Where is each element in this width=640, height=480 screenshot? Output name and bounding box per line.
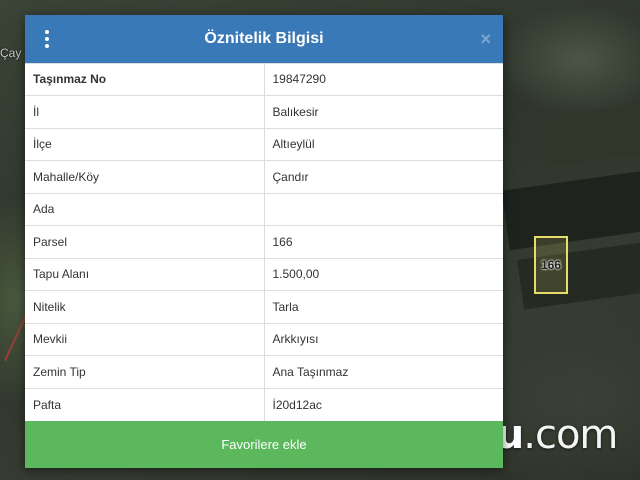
attribute-value: Çandır xyxy=(264,160,503,193)
parcel-polygon[interactable]: 166 xyxy=(534,236,568,294)
attribute-key: Ada xyxy=(25,192,265,226)
map-field xyxy=(501,169,640,251)
attribute-key: İl xyxy=(25,95,265,128)
attribute-key: Nitelik xyxy=(25,290,265,323)
modal-header: Öznitelik Bilgisi × xyxy=(25,15,503,63)
table-row: Mahalle/Köy Çandır xyxy=(25,160,503,193)
attribute-key: Tapu Alanı xyxy=(25,257,265,291)
table-row: Nitelik Tarla xyxy=(25,290,503,323)
attribute-key: Mevkii xyxy=(25,322,265,356)
map-place-label: Çay xyxy=(0,46,22,60)
attribute-key: İlçe xyxy=(25,127,265,161)
attribute-value: Altıeylül xyxy=(264,127,503,161)
modal-title: Öznitelik Bilgisi xyxy=(204,29,324,47)
table-row: İlçe Altıeylül xyxy=(25,127,503,161)
table-row: İl Balıkesir xyxy=(25,95,503,128)
table-row: Taşınmaz No 19847290 xyxy=(25,62,503,96)
parcel-label: 166 xyxy=(540,258,562,272)
attribute-key: Zemin Tip xyxy=(25,355,265,388)
attribute-value xyxy=(264,192,503,226)
attribute-value: 19847290 xyxy=(264,62,503,96)
table-row: Parsel 166 xyxy=(25,225,503,258)
table-row: Mevkii Arkkıyısı xyxy=(25,322,503,356)
attribute-value: Balıkesir xyxy=(264,95,503,128)
table-row: Zemin Tip Ana Taşınmaz xyxy=(25,355,503,388)
attribute-key: Taşınmaz No xyxy=(25,62,265,96)
attribute-key: Pafta xyxy=(25,387,265,421)
table-row: Tapu Alanı 1.500,00 xyxy=(25,257,503,291)
map-field xyxy=(537,102,640,168)
attribute-value: 1.500,00 xyxy=(264,257,503,291)
attribute-value: 166 xyxy=(264,225,503,258)
attribute-value: İ20d12ac xyxy=(264,387,503,421)
brand-domain: .com xyxy=(523,412,618,458)
attribute-info-modal: Öznitelik Bilgisi × Taşınmaz No 19847290 İ… xyxy=(25,15,503,468)
attribute-key: Parsel xyxy=(25,225,265,258)
attribute-value: Tarla xyxy=(264,290,503,323)
attribute-value: Ana Taşınmaz xyxy=(264,355,503,388)
table-row: Pafta İ20d12ac xyxy=(25,387,503,421)
more-vert-icon[interactable] xyxy=(43,30,51,48)
add-to-favorites-button[interactable]: Favorilere ekle xyxy=(25,420,503,468)
table-row: Ada xyxy=(25,192,503,226)
attribute-key: Mahalle/Köy xyxy=(25,160,265,193)
close-icon[interactable]: × xyxy=(480,29,491,50)
attribute-table: Taşınmaz No 19847290 İl Balıkesir İlçe Altıey… xyxy=(25,62,503,421)
attribute-value: Arkkıyısı xyxy=(264,322,503,356)
